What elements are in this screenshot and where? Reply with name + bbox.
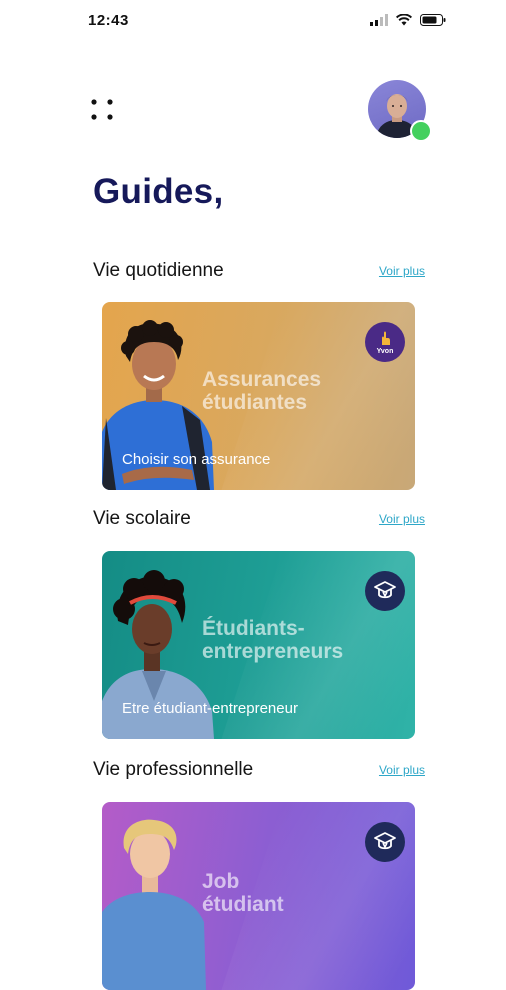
- card-subtitle: Etre étudiant-entrepreneur: [122, 700, 298, 717]
- status-bar: 12:43: [0, 0, 506, 44]
- section-title: Vie scolaire: [93, 508, 191, 529]
- wifi-icon: [396, 14, 412, 26]
- online-status-dot: [410, 120, 432, 142]
- guide-card-etudiants-entrepreneurs[interactable]: Étudiants- entrepreneurs Etre étudiant-e…: [102, 551, 415, 739]
- guide-card-job-etudiant[interactable]: Job étudiant: [102, 802, 415, 990]
- grid-menu-icon: [91, 99, 113, 120]
- status-time: 12:43: [88, 12, 129, 29]
- section-title: Vie professionnelle: [93, 759, 254, 780]
- section-header-vie-quotidienne: Vie quotidienne Voir plus: [93, 260, 425, 284]
- card-title-line: étudiantes: [202, 391, 308, 414]
- battery-icon: [420, 14, 446, 26]
- section-header-vie-professionnelle: Vie professionnelle Voir plus: [93, 759, 425, 783]
- section-title: Vie quotidienne: [93, 260, 224, 281]
- card-title: Job étudiant: [202, 870, 284, 916]
- page-title: Guides,: [93, 172, 224, 211]
- card-title-line: Job: [202, 870, 240, 893]
- section-header-vie-scolaire: Vie scolaire Voir plus: [93, 508, 425, 532]
- badge-label: Yvon: [376, 348, 394, 355]
- school-badge: [365, 571, 405, 611]
- job-badge: [365, 822, 405, 862]
- yvon-badge: Yvon: [365, 322, 405, 362]
- hand-icon: [382, 331, 390, 345]
- card-title-line: étudiant: [202, 893, 284, 916]
- guide-card-assurances[interactable]: Assurances étudiantes Choisir son assura…: [102, 302, 415, 490]
- graduation-cap-icon: [374, 832, 396, 850]
- card-title-line: entrepreneurs: [202, 640, 344, 663]
- profile-avatar[interactable]: [368, 80, 432, 142]
- graduation-cap-icon: [374, 581, 396, 599]
- see-more-link[interactable]: Voir plus: [379, 512, 425, 526]
- card-title: Étudiants- entrepreneurs: [202, 617, 343, 663]
- see-more-link[interactable]: Voir plus: [379, 264, 425, 278]
- see-more-link[interactable]: Voir plus: [379, 763, 425, 777]
- status-icons: [370, 14, 446, 26]
- signal-icon: [370, 14, 388, 26]
- card-title-line: Étudiants-: [202, 617, 305, 640]
- card-title-line: Assurances: [202, 368, 322, 391]
- card-subtitle: Choisir son assurance: [122, 451, 271, 468]
- menu-button[interactable]: [88, 94, 120, 126]
- card-title: Assurances étudiantes: [202, 368, 321, 414]
